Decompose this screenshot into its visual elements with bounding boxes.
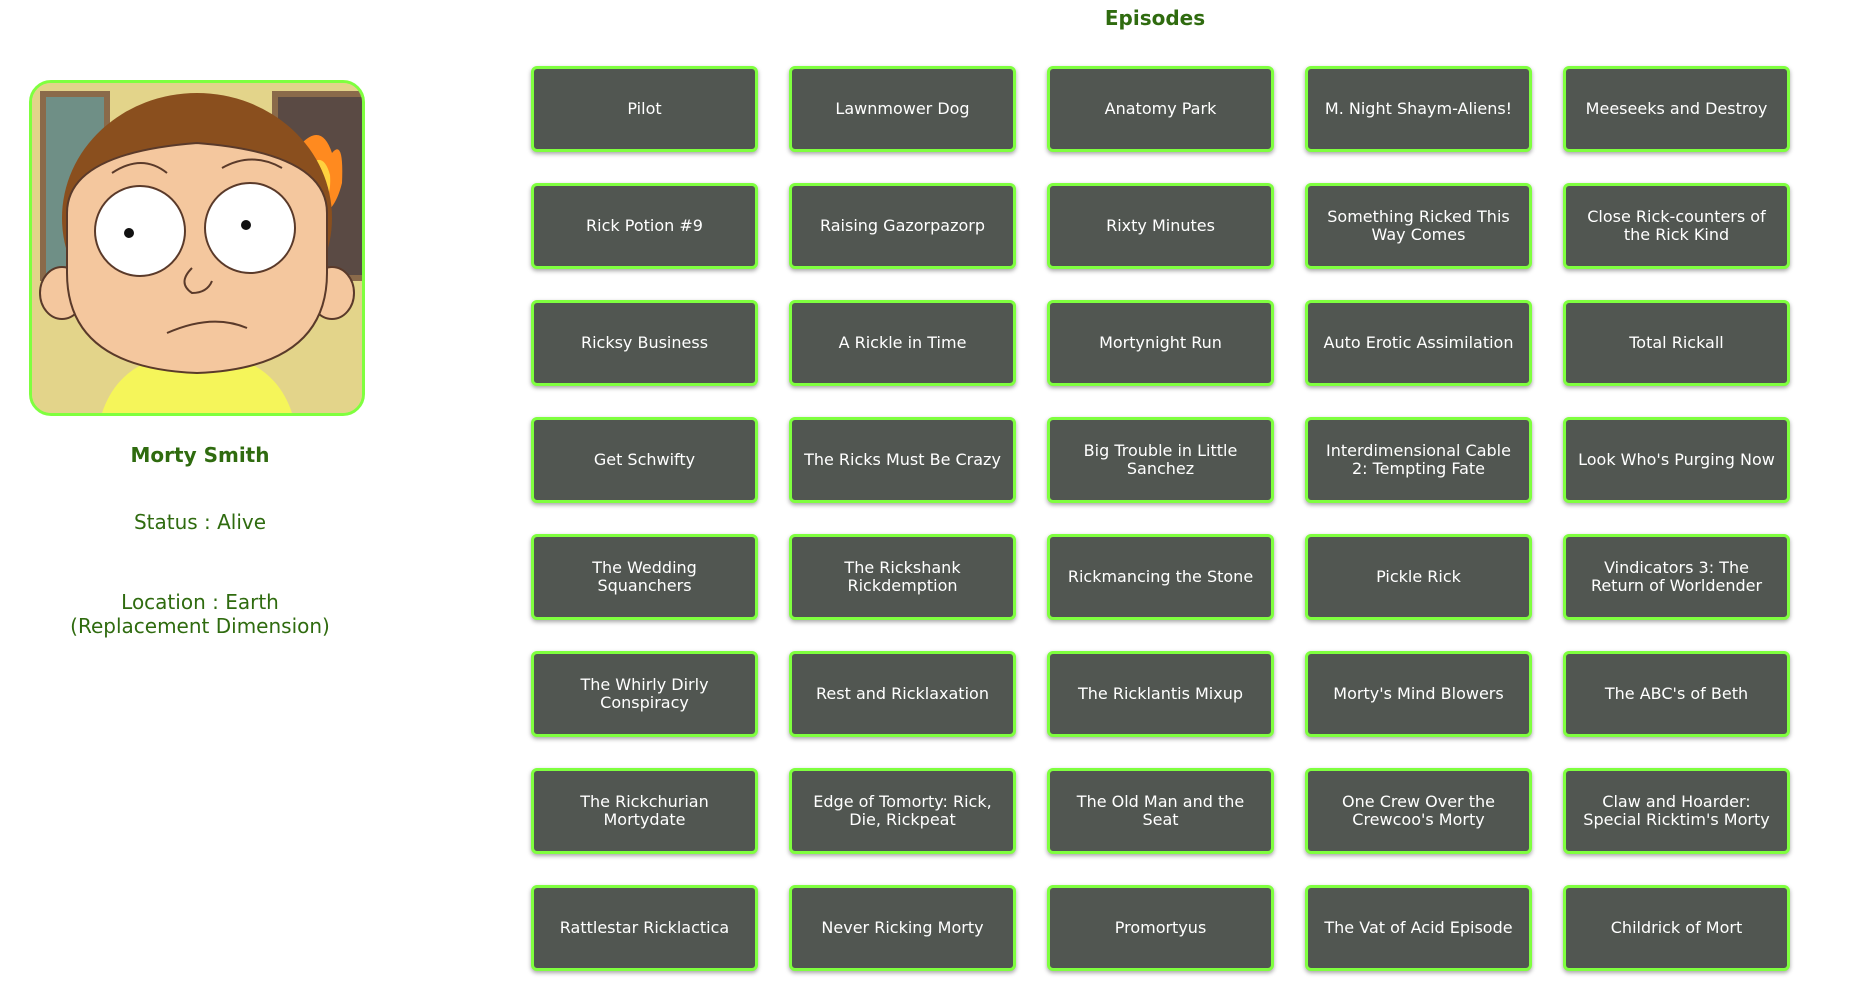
character-status: Status : Alive xyxy=(133,510,267,534)
episode-button[interactable]: Childrick of Mort xyxy=(1563,885,1790,971)
episode-button[interactable]: Claw and Hoarder: Special Ricktim's Mort… xyxy=(1563,768,1790,854)
character-avatar xyxy=(29,80,365,416)
episode-button[interactable]: Ricksy Business xyxy=(531,300,758,386)
episode-button[interactable]: Close Rick-counters of the Rick Kind xyxy=(1563,183,1790,269)
episode-button[interactable]: Lawnmower Dog xyxy=(789,66,1016,152)
episode-button[interactable]: Rixty Minutes xyxy=(1047,183,1274,269)
episode-button[interactable]: Meeseeks and Destroy xyxy=(1563,66,1790,152)
episode-button[interactable]: The Old Man and the Seat xyxy=(1047,768,1274,854)
episodes-heading: Episodes xyxy=(1104,6,1206,30)
character-location: Location : Earth (Replacement Dimension) xyxy=(70,590,330,638)
episode-button[interactable]: Raising Gazorpazorp xyxy=(789,183,1016,269)
episode-button[interactable]: The Wedding Squanchers xyxy=(531,534,758,620)
episode-button[interactable]: The Whirly Dirly Conspiracy xyxy=(531,651,758,737)
episode-button[interactable]: Total Rickall xyxy=(1563,300,1790,386)
episode-button[interactable]: Edge of Tomorty: Rick, Die, Rickpeat xyxy=(789,768,1016,854)
episode-button[interactable]: Rickmancing the Stone xyxy=(1047,534,1274,620)
episode-button[interactable]: Look Who's Purging Now xyxy=(1563,417,1790,503)
morty-portrait-image xyxy=(32,83,362,413)
episodes-grid: Pilot Lawnmower Dog Anatomy Park M. Nigh… xyxy=(531,66,1790,971)
episode-button[interactable]: Never Ricking Morty xyxy=(789,885,1016,971)
episode-button[interactable]: The Vat of Acid Episode xyxy=(1305,885,1532,971)
episode-button[interactable]: Rest and Ricklaxation xyxy=(789,651,1016,737)
episode-button[interactable]: The Ricks Must Be Crazy xyxy=(789,417,1016,503)
episode-button[interactable]: Anatomy Park xyxy=(1047,66,1274,152)
episode-button[interactable]: Pilot xyxy=(531,66,758,152)
episode-button[interactable]: One Crew Over the Crewcoo's Morty xyxy=(1305,768,1532,854)
episode-button[interactable]: Rattlestar Ricklactica xyxy=(531,885,758,971)
episode-button[interactable]: Promortyus xyxy=(1047,885,1274,971)
episode-button[interactable]: The Rickchurian Mortydate xyxy=(531,768,758,854)
episode-button[interactable]: The Ricklantis Mixup xyxy=(1047,651,1274,737)
episode-button[interactable]: Morty's Mind Blowers xyxy=(1305,651,1532,737)
episode-button[interactable]: Get Schwifty xyxy=(531,417,758,503)
episode-button[interactable]: The Rickshank Rickdemption xyxy=(789,534,1016,620)
episode-button[interactable]: Interdimensional Cable 2: Tempting Fate xyxy=(1305,417,1532,503)
character-name: Morty Smith xyxy=(130,443,270,467)
episode-button[interactable]: M. Night Shaym-Aliens! xyxy=(1305,66,1532,152)
episode-button[interactable]: Something Ricked This Way Comes xyxy=(1305,183,1532,269)
episode-button[interactable]: Rick Potion #9 xyxy=(531,183,758,269)
episode-button[interactable]: A Rickle in Time xyxy=(789,300,1016,386)
episode-button[interactable]: The ABC's of Beth xyxy=(1563,651,1790,737)
episode-button[interactable]: Vindicators 3: The Return of Worldender xyxy=(1563,534,1790,620)
episode-button[interactable]: Auto Erotic Assimilation xyxy=(1305,300,1532,386)
episode-button[interactable]: Big Trouble in Little Sanchez xyxy=(1047,417,1274,503)
episode-button[interactable]: Pickle Rick xyxy=(1305,534,1532,620)
episode-button[interactable]: Mortynight Run xyxy=(1047,300,1274,386)
page: Morty Smith Status : Alive Location : Ea… xyxy=(0,0,1860,984)
